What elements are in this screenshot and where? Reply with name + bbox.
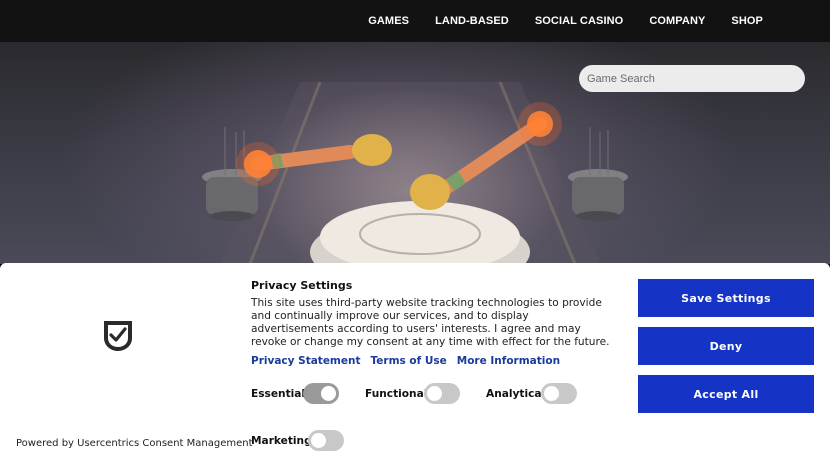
functional-label: Functional	[365, 388, 428, 400]
essential-label: Essential	[251, 388, 306, 400]
privacy-description: This site uses third-party website track…	[251, 297, 610, 348]
usercentrics-shield-icon	[104, 321, 132, 351]
functional-toggle[interactable]	[424, 383, 460, 404]
nav-item-social-casino[interactable]: SOCIAL CASINO	[535, 15, 624, 27]
marketing-label: Marketing	[251, 435, 312, 447]
game-search-input[interactable]	[579, 65, 805, 92]
nav-item-company[interactable]: COMPANY	[649, 15, 705, 27]
privacy-settings-title: Privacy Settings	[251, 279, 353, 292]
toggle-knob	[544, 386, 559, 401]
toggle-knob	[321, 386, 336, 401]
deny-button[interactable]: Deny	[638, 327, 814, 365]
nav-item-shop[interactable]: SHOP	[731, 15, 763, 27]
analytical-label: Analytical	[486, 388, 546, 400]
nav-item-land-based[interactable]: LAND-BASED	[435, 15, 509, 27]
more-information-link[interactable]: More Information	[457, 355, 560, 367]
powered-by-text: Powered by Usercentrics Consent Manageme…	[16, 438, 253, 449]
consent-banner: Powered by Usercentrics Consent Manageme…	[0, 263, 830, 467]
analytical-toggle[interactable]	[541, 383, 577, 404]
nav-item-games[interactable]: GAMES	[368, 15, 409, 27]
marketing-toggle[interactable]	[308, 430, 344, 451]
top-navigation: GAMES LAND-BASED SOCIAL CASINO COMPANY S…	[0, 0, 830, 42]
save-settings-button[interactable]: Save Settings	[638, 279, 814, 317]
toggle-knob	[427, 386, 442, 401]
essential-toggle[interactable]	[303, 383, 339, 404]
terms-of-use-link[interactable]: Terms of Use	[371, 355, 447, 367]
privacy-statement-link[interactable]: Privacy Statement	[251, 355, 361, 367]
accept-all-button[interactable]: Accept All	[638, 375, 814, 413]
toggle-knob	[311, 433, 326, 448]
consent-links: Privacy Statement Terms of Use More Info…	[251, 355, 560, 367]
